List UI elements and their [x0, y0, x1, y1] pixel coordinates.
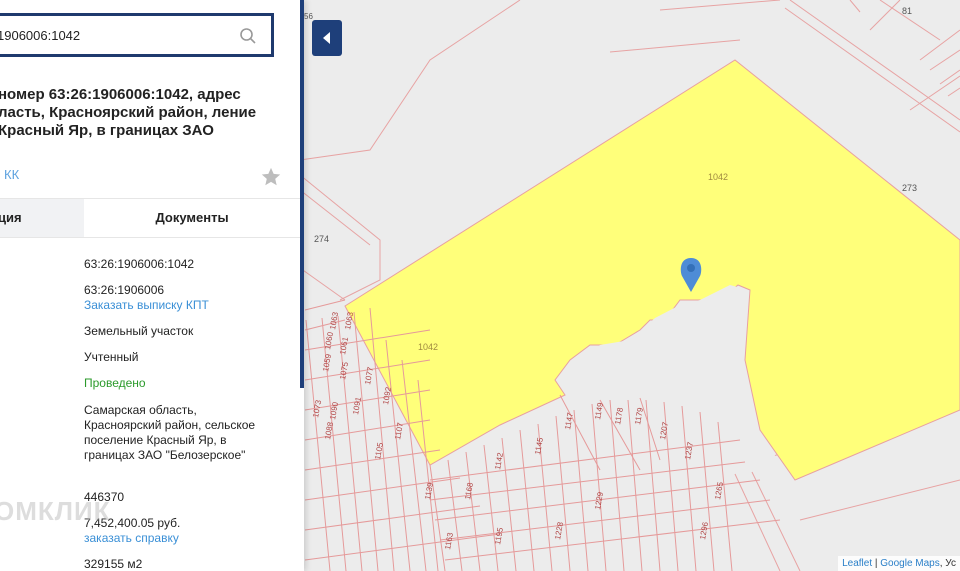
field-status: Учтенный [84, 350, 139, 364]
tab-documents[interactable]: Документы [84, 199, 300, 237]
collapse-panel-button[interactable] [312, 20, 342, 56]
chevron-left-icon [323, 32, 330, 44]
parcel-title: номер 63:26:1906006:1042, адрес ласть, К… [0, 86, 257, 139]
field-cadastral-number: 63:26:1906006:1042 [84, 257, 195, 271]
parcel-number-273: 273 [902, 183, 917, 193]
kk-link[interactable]: КК [4, 167, 19, 182]
map-attribution: Leaflet | Google Maps, Ус [838, 556, 960, 571]
field-area: 446370 [84, 490, 125, 504]
parcel-label-top: 1042 [708, 172, 728, 182]
search-input[interactable] [0, 28, 217, 43]
order-certificate-link[interactable]: заказать справку [84, 531, 284, 546]
search-icon[interactable] [239, 27, 257, 45]
field-cost: 7,452,400.05 руб. [84, 516, 181, 530]
parcel-number-274: 274 [314, 234, 329, 244]
star-icon[interactable] [260, 166, 282, 188]
parcel-label-main: 1042 [418, 342, 438, 352]
attrib-rest: , Ус [939, 558, 956, 569]
search-box[interactable] [0, 13, 274, 57]
google-maps-link[interactable]: Google Maps [880, 558, 939, 569]
tab-information[interactable]: ция [0, 199, 84, 237]
panel-scrollbar[interactable] [300, 0, 304, 388]
info-panel: номер 63:26:1906006:1042, адрес ласть, К… [0, 0, 304, 571]
field-quarter: 63:26:1906006 [84, 283, 165, 297]
field-type: Земельный участок [84, 324, 194, 338]
parcel-number-81: 81 [902, 6, 912, 16]
order-kpt-link[interactable]: Заказать выписку КПТ [84, 298, 284, 313]
field-address: Самарская область, Красноярский район, с… [84, 403, 256, 462]
field-check-status: Проведено [84, 376, 146, 390]
field-area-m2: 329155 м2 [84, 557, 143, 571]
tabs-bar: ция Документы [0, 198, 300, 238]
leaflet-link[interactable]: Leaflet [842, 558, 872, 569]
watermark-logo: ОМКЛИК [0, 496, 111, 526]
